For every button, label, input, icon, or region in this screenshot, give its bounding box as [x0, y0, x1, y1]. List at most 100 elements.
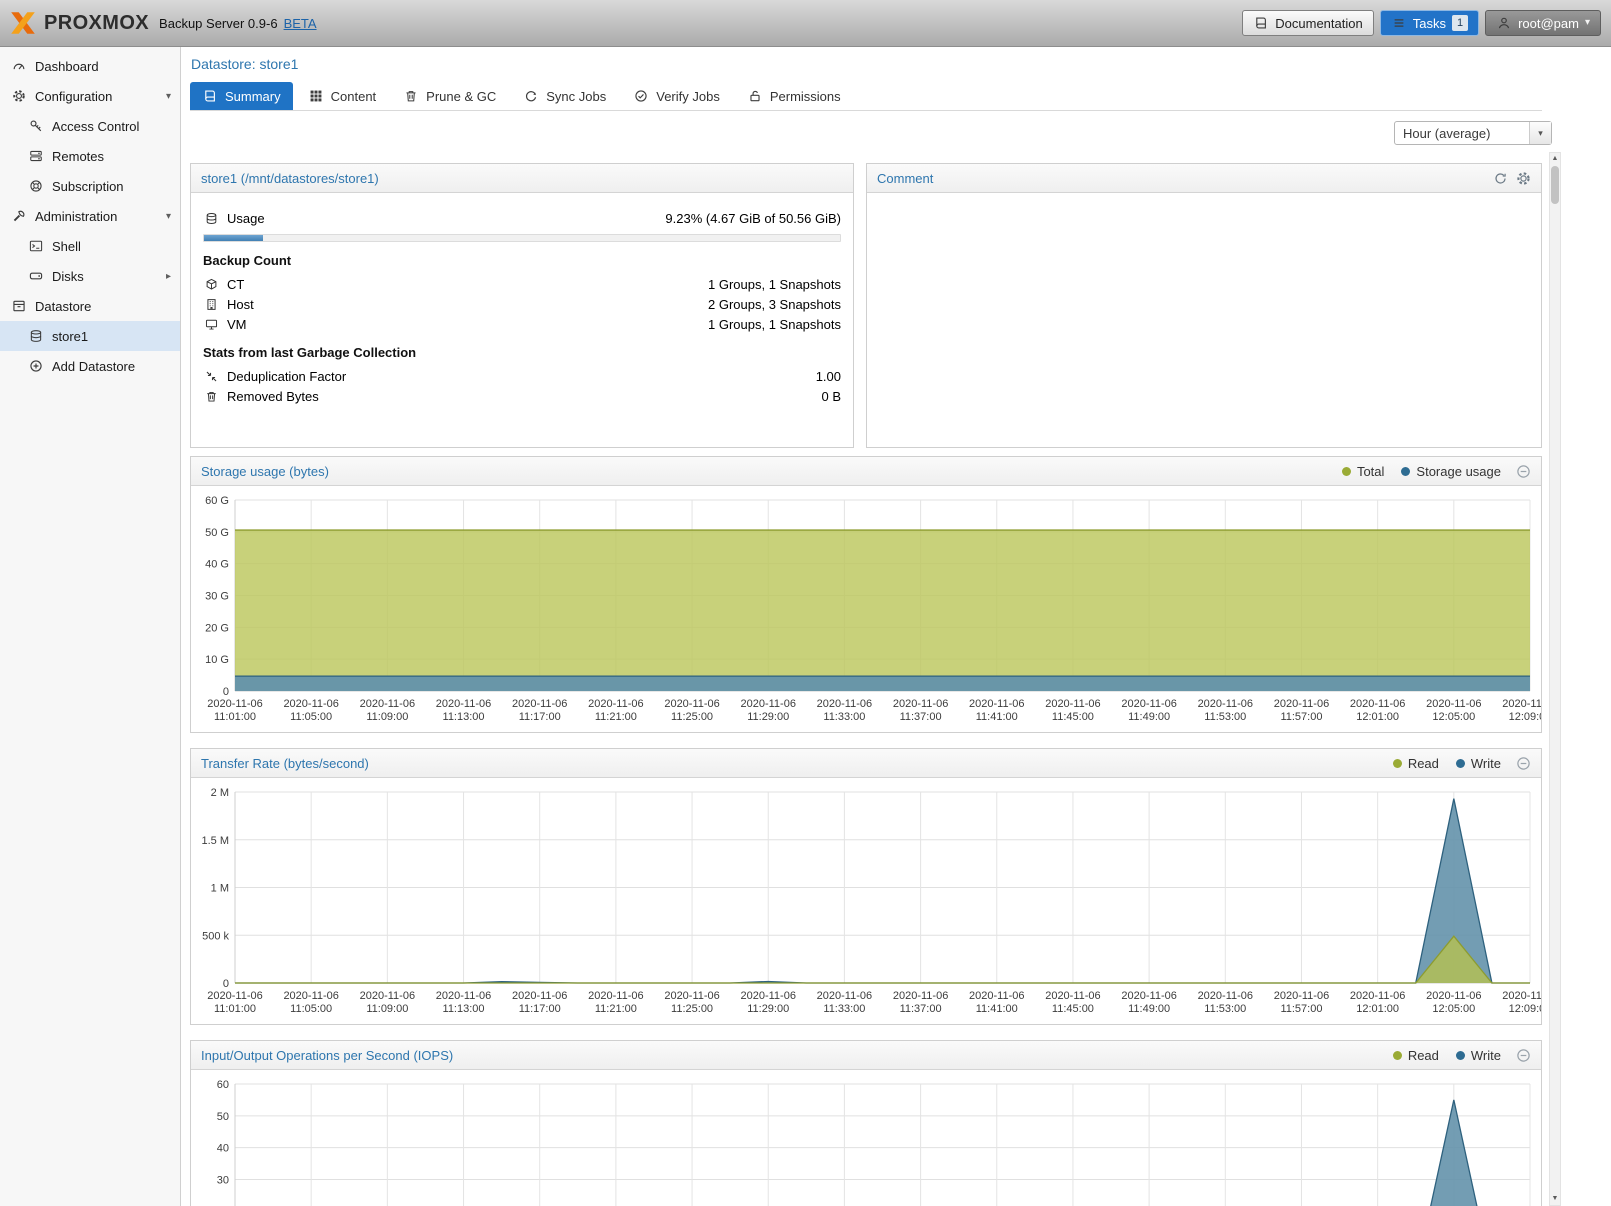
collapse-icon[interactable]	[1516, 464, 1531, 479]
panel-header: store1 (/mnt/datastores/store1)	[191, 164, 853, 193]
user-icon	[1496, 16, 1512, 30]
svg-text:2020-11-06: 2020-11-06	[1426, 698, 1481, 710]
sidebar-item-dashboard[interactable]: Dashboard	[0, 51, 180, 81]
wrench-icon	[11, 209, 27, 223]
legend-item-write[interactable]: Write	[1456, 756, 1501, 771]
tab-summary[interactable]: Summary	[190, 82, 293, 110]
svg-text:11:01:00: 11:01:00	[214, 711, 256, 723]
svg-text:2020-11-06: 2020-11-06	[741, 990, 796, 1002]
sidebar-item-shell[interactable]: Shell	[0, 231, 180, 261]
time-range-select[interactable]: Hour (average) ▾	[1394, 121, 1552, 145]
sidebar-item-add-datastore[interactable]: Add Datastore	[0, 351, 180, 381]
sidebar-item-datastore[interactable]: Datastore	[0, 291, 180, 321]
scroll-thumb[interactable]	[1551, 166, 1559, 204]
chart-title: Transfer Rate (bytes/second)	[201, 756, 369, 771]
legend-item-storage-usage[interactable]: Storage usage	[1401, 464, 1501, 479]
gc-row-removed-bytes: Removed Bytes 0 B	[203, 386, 841, 406]
caret-down-icon: ▾	[166, 211, 171, 222]
svg-text:2020-11-06: 2020-11-06	[1045, 990, 1100, 1002]
legend-dot	[1456, 759, 1465, 768]
page-title: Datastore: store1	[191, 55, 1611, 73]
refresh-icon[interactable]	[1493, 171, 1508, 186]
svg-text:2020-11-06: 2020-11-06	[588, 990, 643, 1002]
legend-item-write[interactable]: Write	[1456, 1048, 1501, 1063]
tasks-button[interactable]: Tasks 1	[1380, 10, 1479, 36]
unlock-icon	[747, 89, 763, 103]
svg-text:2020-11-06: 2020-11-06	[1502, 990, 1541, 1002]
tab-content[interactable]: Content	[296, 82, 389, 110]
sidebar-item-disks[interactable]: Disks ▸	[0, 261, 180, 291]
svg-text:2020-11-06: 2020-11-06	[817, 698, 872, 710]
sidebar-item-remotes[interactable]: Remotes	[0, 141, 180, 171]
svg-text:11:57:00: 11:57:00	[1280, 711, 1322, 723]
sidebar-item-subscription[interactable]: Subscription	[0, 171, 180, 201]
svg-text:11:45:00: 11:45:00	[1052, 711, 1094, 723]
summary-row: store1 (/mnt/datastores/store1) Usage 9.…	[190, 163, 1542, 448]
svg-text:11:01:00: 11:01:00	[214, 1003, 256, 1015]
svg-text:2020-11-06: 2020-11-06	[360, 698, 415, 710]
book-icon	[1253, 16, 1269, 30]
documentation-button[interactable]: Documentation	[1242, 10, 1373, 36]
svg-text:12:09:00: 12:09:00	[1509, 711, 1541, 723]
svg-text:11:25:00: 11:25:00	[671, 711, 713, 723]
comment-body[interactable]	[867, 193, 1541, 207]
tab-sync-jobs[interactable]: Sync Jobs	[511, 82, 618, 110]
svg-text:11:13:00: 11:13:00	[443, 711, 485, 723]
legend-item-total[interactable]: Total	[1342, 464, 1384, 479]
svg-text:12:09:00: 12:09:00	[1509, 1003, 1541, 1015]
combo-trigger[interactable]: ▾	[1529, 122, 1551, 144]
svg-text:11:29:00: 11:29:00	[747, 1003, 789, 1015]
svg-text:2020-11-06: 2020-11-06	[512, 990, 567, 1002]
sidebar-item-access-control[interactable]: Access Control	[0, 111, 180, 141]
svg-text:2020-11-06: 2020-11-06	[1274, 990, 1329, 1002]
svg-text:2020-11-06: 2020-11-06	[283, 990, 338, 1002]
svg-text:2020-11-06: 2020-11-06	[1121, 698, 1176, 710]
collapse-icon[interactable]	[1516, 756, 1531, 771]
sidebar-item-administration[interactable]: Administration ▾	[0, 201, 180, 231]
beta-link[interactable]: BETA	[284, 16, 317, 31]
cube-icon	[203, 278, 219, 291]
proxmox-logo-icon	[8, 8, 38, 38]
storage-usage-panel: Storage usage (bytes) Total Storage usag…	[190, 456, 1542, 733]
svg-text:2020-11-06: 2020-11-06	[817, 990, 872, 1002]
panel-header: Comment	[867, 164, 1541, 193]
usage-row: Usage 9.23% (4.67 GiB of 50.56 GiB)	[203, 207, 841, 229]
proxmox-logo: PROXMOX	[8, 8, 149, 38]
datastore-summary-panel: store1 (/mnt/datastores/store1) Usage 9.…	[190, 163, 854, 448]
svg-text:60: 60	[217, 1079, 229, 1091]
svg-text:2020-11-06: 2020-11-06	[969, 698, 1024, 710]
svg-text:2020-11-06: 2020-11-06	[969, 990, 1024, 1002]
trash-icon	[403, 89, 419, 103]
sidebar-item-configuration[interactable]: Configuration ▾	[0, 81, 180, 111]
sync-icon	[523, 89, 539, 103]
svg-text:11:41:00: 11:41:00	[976, 1003, 1018, 1015]
svg-text:0: 0	[223, 978, 229, 990]
panel-title: store1 (/mnt/datastores/store1)	[201, 171, 379, 186]
legend-dot	[1342, 467, 1351, 476]
scroll-down-arrow[interactable]: ▼	[1550, 1193, 1560, 1205]
vertical-scrollbar[interactable]: ▲ ▼	[1549, 152, 1561, 1206]
svg-text:0: 0	[223, 686, 229, 698]
scroll-up-arrow[interactable]: ▲	[1550, 153, 1560, 165]
caret-down-icon: ▾	[1538, 128, 1543, 139]
gauge-icon	[11, 59, 27, 73]
sidebar-item-store1[interactable]: store1	[0, 321, 180, 351]
svg-text:2020-11-06: 2020-11-06	[893, 990, 948, 1002]
task-list-icon	[1391, 16, 1407, 30]
caret-down-icon: ▾	[166, 91, 171, 102]
legend-item-read[interactable]: Read	[1393, 1048, 1439, 1063]
user-menu-button[interactable]: root@pam ▾	[1485, 10, 1601, 36]
svg-text:12:05:00: 12:05:00	[1432, 711, 1475, 723]
svg-text:20 G: 20 G	[205, 622, 229, 634]
gear-icon[interactable]	[1516, 171, 1531, 186]
legend-item-read[interactable]: Read	[1393, 756, 1439, 771]
tab-prune-gc[interactable]: Prune & GC	[391, 82, 508, 110]
chart-title: Storage usage (bytes)	[201, 464, 329, 479]
desktop-icon	[203, 318, 219, 331]
collapse-icon[interactable]	[1516, 1048, 1531, 1063]
tab-verify-jobs[interactable]: Verify Jobs	[621, 82, 732, 110]
svg-text:11:33:00: 11:33:00	[823, 711, 865, 723]
svg-text:12:01:00: 12:01:00	[1356, 1003, 1399, 1015]
chart-header: Storage usage (bytes) Total Storage usag…	[191, 457, 1541, 486]
tab-permissions[interactable]: Permissions	[735, 82, 853, 110]
